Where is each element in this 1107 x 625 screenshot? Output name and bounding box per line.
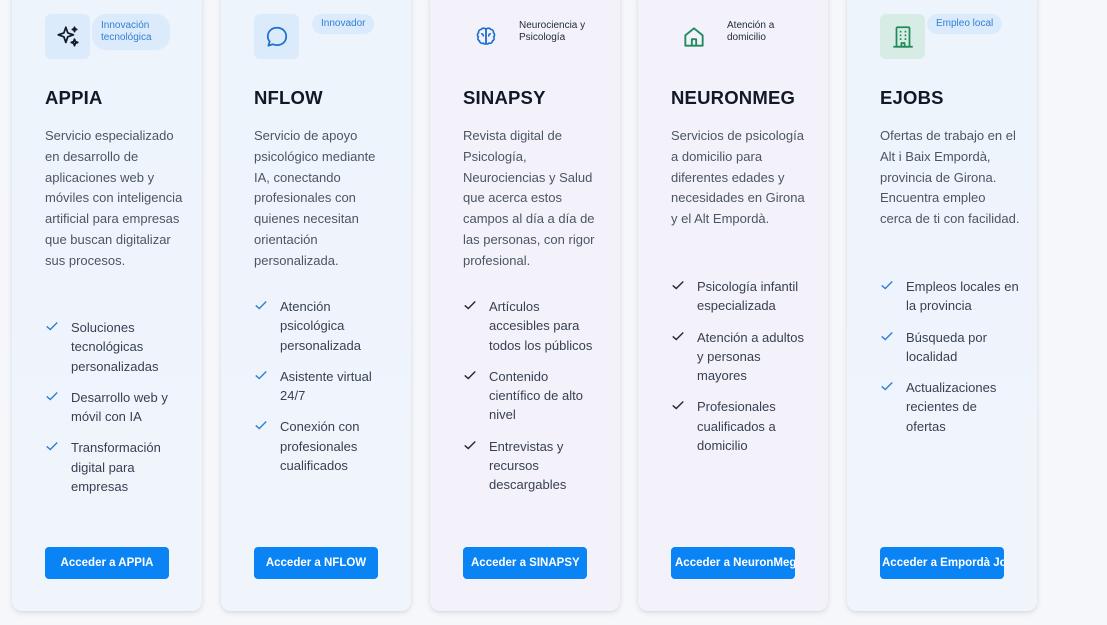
access-emporda-jobs-button[interactable]: Acceder a Empordà Jobs <box>880 547 1004 579</box>
brain-icon <box>463 14 508 59</box>
sparkles-icon <box>45 14 90 59</box>
check-icon <box>255 301 267 310</box>
feature-label: Desarrollo web y móvil con IA <box>71 389 168 425</box>
feature-list: Soluciones tecnológicas personalizadas D… <box>45 318 185 508</box>
service-card-neuronmeg: Atención a domicilio NEURONMEG Servicios… <box>638 0 828 611</box>
service-card-ejobs: Empleo local EJOBS Ofertas de trabajo en… <box>847 0 1037 611</box>
card-title: NFLOW <box>254 87 323 108</box>
feature-label: Contenido científico de alto nivel <box>489 368 583 423</box>
feature-item: Contenido científico de alto nivel <box>463 367 603 425</box>
card-description: Revista digital de Psicología, Neurocien… <box>463 128 595 268</box>
service-card-nflow: Innovador NFLOW Servicio de apoyo psicol… <box>221 0 411 611</box>
check-icon <box>46 322 58 331</box>
home-icon <box>671 14 716 59</box>
feature-label: Transformación digital para empresas <box>71 440 161 495</box>
feature-label: Conexión con profesionales cualificados <box>280 419 360 474</box>
service-card-appia: Innovación tecnológica APPIA Servicio es… <box>12 0 202 611</box>
feature-label: Artículos accesibles para todos los públ… <box>489 299 593 353</box>
card-description: Servicios de psicología a domicilio para… <box>671 128 805 227</box>
feature-item: Búsqueda por localidad <box>880 328 1020 367</box>
check-icon <box>672 281 684 290</box>
feature-list: Atención psicológica personalizada Asist… <box>254 297 394 487</box>
feature-label: Búsqueda por localidad <box>906 329 987 364</box>
check-icon <box>881 331 893 341</box>
card-title: NEURONMEG <box>671 87 796 108</box>
category-badge: Atención a domicilio <box>727 20 775 43</box>
feature-item: Actualizaciones recientes de ofertas <box>880 378 1020 436</box>
check-icon <box>255 370 267 380</box>
card-title: SINAPSY <box>463 87 546 108</box>
feature-item: Empleos locales en la provincia <box>880 277 1020 316</box>
feature-item: Artículos accesibles para todos los públ… <box>463 297 603 355</box>
feature-item: Transformación digital para empresas <box>45 438 185 496</box>
access-neuronmeg-button[interactable]: Acceder a NeuronMeg <box>671 547 795 579</box>
check-icon <box>46 442 58 451</box>
card-title: EJOBS <box>880 87 944 108</box>
check-icon <box>672 401 684 410</box>
check-icon <box>881 281 893 290</box>
feature-item: Soluciones tecnológicas personalizadas <box>45 318 185 376</box>
feature-label: Actualizaciones recientes de ofertas <box>906 380 997 434</box>
feature-label: Asistente virtual 24/7 <box>280 368 372 404</box>
service-card-sinapsy: Neurociencia y Psicología SINAPSY Revist… <box>430 0 620 611</box>
category-badge: Innovador <box>312 14 375 34</box>
access-nflow-button[interactable]: Acceder a NFLOW <box>254 547 378 579</box>
feature-list: Psicología infantil especializada Atenci… <box>671 277 811 467</box>
feature-item: Psicología infantil especializada <box>671 277 811 316</box>
feature-label: Atención psicológica personalizada <box>280 299 361 353</box>
feature-item: Atención a adultos y personas mayores <box>671 328 811 386</box>
feature-item: Asistente virtual 24/7 <box>254 367 394 406</box>
check-icon <box>46 391 58 401</box>
check-icon <box>255 421 267 430</box>
feature-label: Profesionales cualificados a domicilio <box>697 399 776 454</box>
access-sinapsy-button[interactable]: Acceder a SINAPSY <box>463 547 587 579</box>
check-icon <box>672 331 684 341</box>
feature-label: Entrevistas y recursos descargables <box>489 438 567 493</box>
card-title: APPIA <box>45 87 103 108</box>
check-icon <box>464 301 476 310</box>
category-badge: Empleo local <box>927 14 1003 34</box>
feature-label: Psicología infantil especializada <box>697 279 799 314</box>
access-appia-button[interactable]: Acceder a APPIA <box>45 547 169 579</box>
feature-label: Empleos locales en la provincia <box>906 279 1019 314</box>
check-icon <box>464 440 476 450</box>
feature-item: Desarrollo web y móvil con IA <box>45 388 185 427</box>
card-description: Servicio especializado en desarrollo de … <box>45 128 183 268</box>
chat-bubble-icon <box>254 14 299 59</box>
feature-item: Atención psicológica personalizada <box>254 297 394 355</box>
feature-item: Conexión con profesionales cualificados <box>254 417 394 475</box>
category-badge: Innovación tecnológica <box>92 14 170 50</box>
feature-item: Entrevistas y recursos descargables <box>463 437 603 495</box>
building-icon <box>880 14 925 59</box>
feature-label: Atención a adultos y personas mayores <box>697 329 804 384</box>
feature-label: Soluciones tecnológicas personalizadas <box>71 320 159 374</box>
card-description: Ofertas de trabajo en el Alt i Baix Empo… <box>880 128 1020 227</box>
category-badge: Neurociencia y Psicología <box>519 20 586 43</box>
feature-list: Empleos locales en la provincia Búsqueda… <box>880 277 1020 448</box>
card-description: Servicio de apoyo psicológico mediante I… <box>254 128 376 268</box>
check-icon <box>464 370 476 380</box>
feature-list: Artículos accesibles para todos los públ… <box>463 297 603 507</box>
feature-item: Profesionales cualificados a domicilio <box>671 397 811 455</box>
check-icon <box>881 382 893 391</box>
